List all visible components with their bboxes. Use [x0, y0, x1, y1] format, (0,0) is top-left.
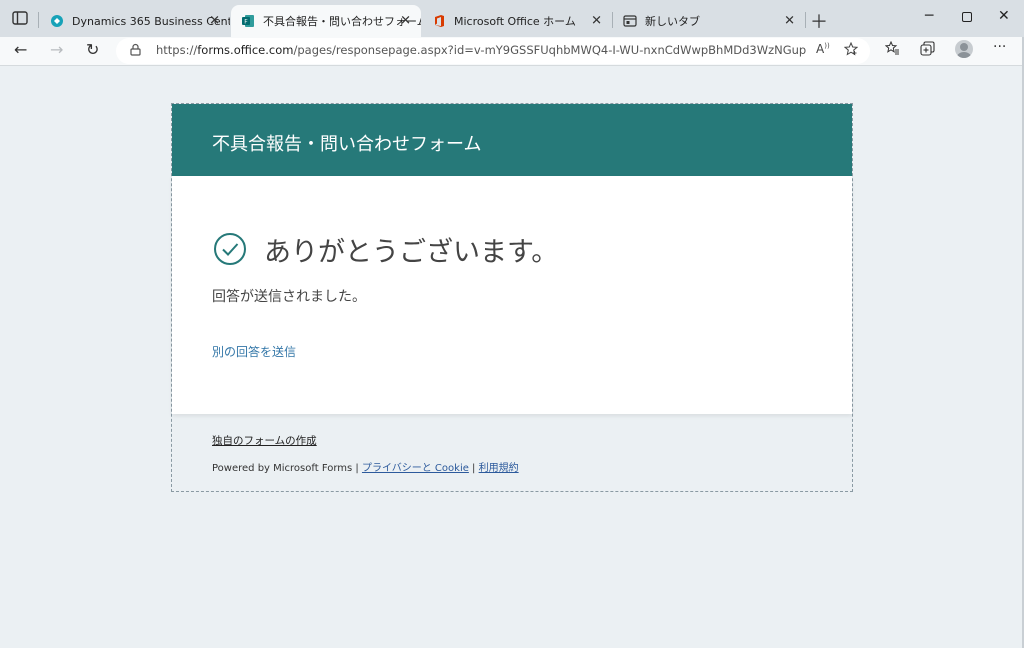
tab-dynamics[interactable]: Dynamics 365 Business Central ✕: [40, 7, 230, 35]
form-header: 不具合報告・問い合わせフォーム: [172, 104, 852, 176]
tab-strip: Dynamics 365 Business Central ✕ F 不具合報告・…: [0, 0, 1024, 38]
browser-toolbar: ← → ↻ https://forms.office.com/pages/res…: [0, 37, 1024, 66]
read-aloud-icon[interactable]: A)): [816, 42, 830, 56]
privacy-link[interactable]: プライバシーと Cookie: [362, 463, 469, 474]
maximize-icon[interactable]: [962, 12, 972, 22]
terms-link[interactable]: 利用規約: [479, 463, 519, 474]
office-icon: [435, 15, 444, 27]
back-icon[interactable]: ←: [14, 40, 27, 59]
powered-by-text: Powered by Microsoft Forms |: [212, 463, 362, 474]
dynamics-icon: [51, 15, 63, 27]
profile-avatar[interactable]: [955, 40, 973, 58]
checkmark-circle-icon: [214, 233, 246, 265]
tab-forms[interactable]: F 不具合報告・問い合わせフォーム ✕: [231, 5, 421, 37]
favorites-icon[interactable]: [885, 41, 900, 55]
footer-separator: |: [468, 463, 479, 474]
minimize-icon[interactable]: ─: [925, 8, 933, 24]
tab-title: 不具合報告・問い合わせフォーム: [263, 15, 421, 28]
tab-title: Microsoft Office ホーム: [454, 15, 576, 28]
new-tab-button[interactable]: ＋: [810, 8, 828, 34]
form-container: 不具合報告・問い合わせフォーム ありがとうございます。 回答が送信されました。 …: [171, 103, 853, 492]
close-icon[interactable]: ✕: [400, 14, 411, 29]
add-favorite-icon[interactable]: [844, 42, 858, 56]
forms-icon: F: [242, 15, 254, 27]
svg-text:F: F: [244, 19, 248, 26]
url-text[interactable]: https://forms.office.com/pages/responsep…: [156, 43, 806, 57]
more-options-icon[interactable]: ···: [993, 39, 1006, 55]
refresh-icon[interactable]: ↻: [86, 40, 99, 59]
tab-actions-icon[interactable]: [12, 11, 28, 25]
tab-separator: [805, 12, 806, 28]
tab-newtab[interactable]: 新しいタブ ✕: [613, 7, 805, 35]
form-title: 不具合報告・問い合わせフォーム: [212, 134, 482, 155]
tab-separator: [38, 12, 39, 28]
address-bar[interactable]: https://forms.office.com/pages/responsep…: [116, 38, 870, 64]
tab-title: Dynamics 365 Business Central: [72, 14, 230, 28]
url-scheme: https://: [156, 43, 198, 57]
lock-icon[interactable]: [130, 43, 141, 56]
create-own-form-link[interactable]: 独自のフォームの作成: [212, 433, 317, 448]
close-icon[interactable]: ✕: [591, 14, 602, 29]
submitted-message: 回答が送信されました。: [212, 289, 366, 305]
collections-icon[interactable]: [920, 41, 935, 56]
url-path: /pages/responsepage.aspx?id=v-mY9GSSFUqh…: [293, 43, 806, 57]
close-icon[interactable]: ✕: [209, 14, 220, 29]
window-close-icon[interactable]: ✕: [998, 8, 1010, 24]
tab-office[interactable]: Microsoft Office ホーム ✕: [422, 7, 612, 35]
thank-you-heading: ありがとうございます。: [264, 237, 559, 268]
powered-by-footer: Powered by Microsoft Forms | プライバシーと Coo…: [212, 459, 519, 474]
close-icon[interactable]: ✕: [784, 14, 795, 29]
forward-icon[interactable]: →: [50, 40, 63, 59]
url-host: forms.office.com: [197, 43, 294, 57]
form-body: ありがとうございます。 回答が送信されました。 別の回答を送信: [172, 176, 852, 414]
submit-another-link[interactable]: 別の回答を送信: [212, 343, 296, 360]
tab-title: 新しいタブ: [645, 15, 700, 28]
newtab-page-icon: [623, 15, 637, 27]
